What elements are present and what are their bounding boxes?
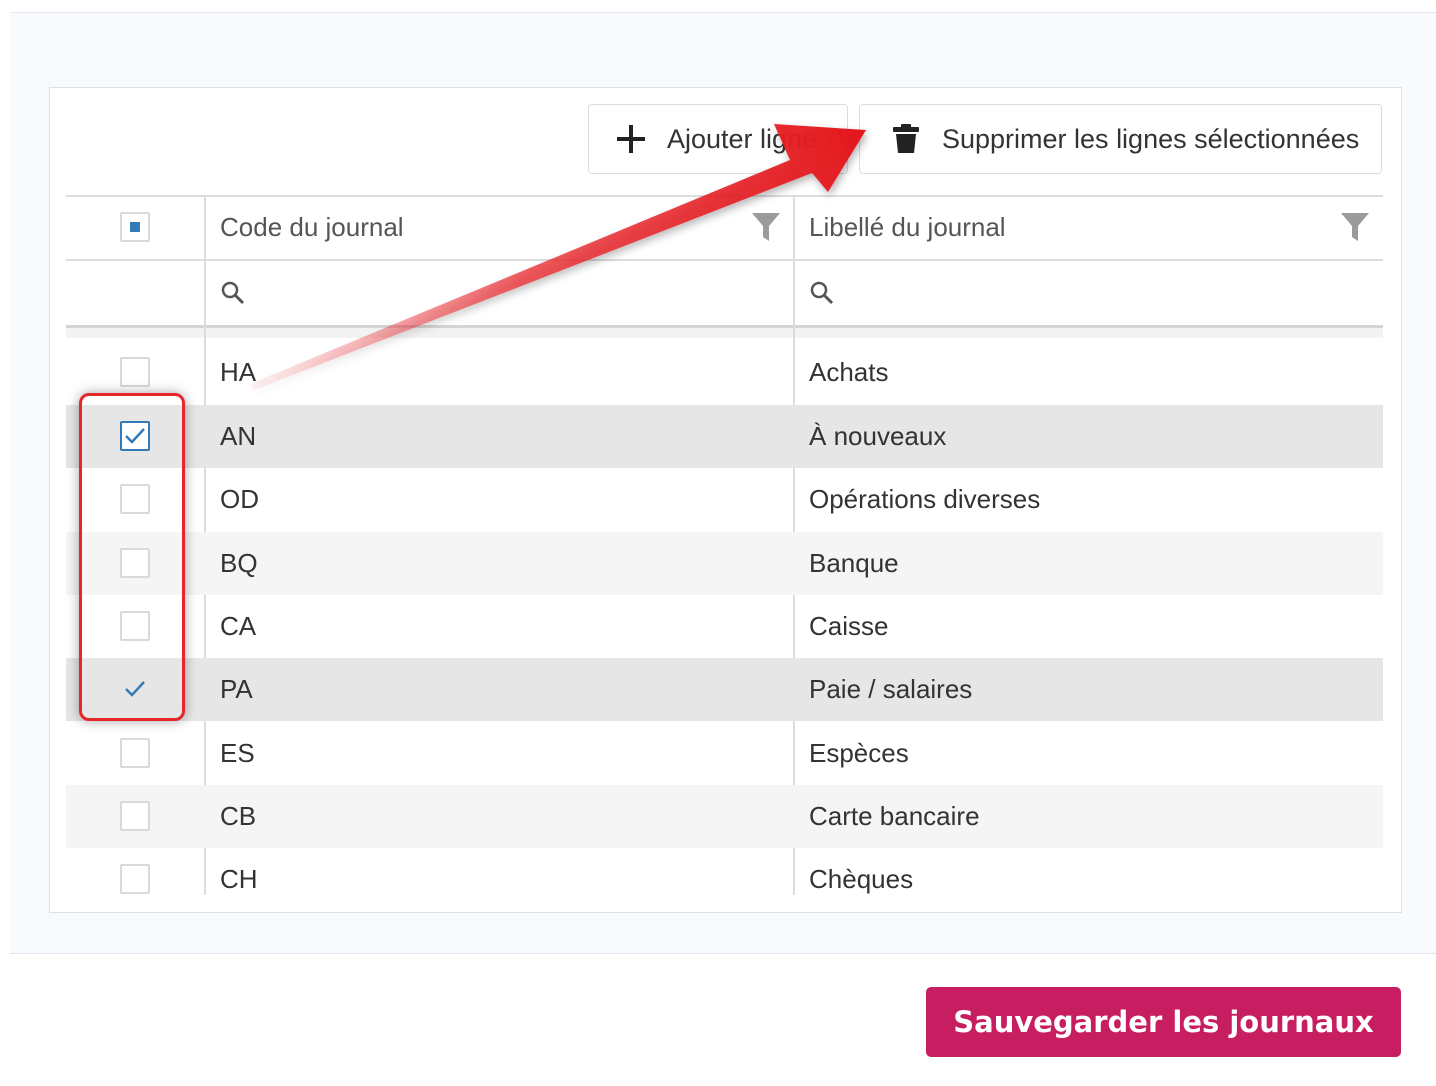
row-checkbox[interactable] (120, 864, 150, 894)
scroll-shadow (66, 328, 1383, 338)
row-checkbox[interactable] (120, 674, 150, 704)
select-all-checkbox[interactable] (120, 212, 150, 242)
code-filter-input[interactable] (220, 261, 780, 325)
row-checkbox[interactable] (120, 801, 150, 831)
save-journals-button[interactable]: Sauvegarder les journaux (926, 987, 1401, 1057)
header-code[interactable]: Code du journal (220, 195, 404, 259)
trash-icon (890, 123, 922, 155)
row-checkbox[interactable] (120, 484, 150, 514)
table-row[interactable]: OD Opérations diverses (66, 468, 1383, 531)
table-row[interactable]: AN À nouveaux (66, 405, 1383, 468)
row-code: CA (220, 611, 257, 641)
check-icon (125, 681, 145, 697)
row-label: Paie / salaires (809, 674, 973, 704)
delete-selected-rows-button[interactable]: Supprimer les lignes sélectionnées (859, 104, 1382, 174)
table-row[interactable]: CB Carte bancaire (66, 785, 1383, 848)
row-checkbox[interactable] (120, 611, 150, 641)
table-row[interactable]: CH Chèques (66, 848, 1383, 895)
row-label: Achats (809, 357, 889, 387)
add-row-label: Ajouter ligne (667, 123, 818, 154)
search-icon (810, 281, 834, 305)
row-code: AN (220, 421, 257, 451)
row-code: BQ (220, 548, 258, 578)
row-checkbox[interactable] (120, 548, 150, 578)
table-row[interactable]: ES Espèces (66, 722, 1383, 785)
row-label: À nouveaux (809, 421, 947, 451)
row-label: Espèces (809, 738, 909, 768)
row-label: Banque (809, 548, 899, 578)
row-code: PA (220, 674, 253, 704)
table-row[interactable]: CA Caisse (66, 595, 1383, 658)
row-code: ES (220, 738, 255, 768)
table-row[interactable]: PA Paie / salaires (66, 658, 1383, 721)
table-row[interactable]: HA Achats (66, 341, 1383, 404)
add-row-button[interactable]: Ajouter ligne (588, 104, 848, 174)
row-code: HA (220, 357, 257, 387)
label-filter-input[interactable] (809, 261, 1369, 325)
plus-icon (615, 123, 647, 155)
row-label: Opérations diverses (809, 484, 1041, 514)
header-label[interactable]: Libellé du journal (809, 195, 1006, 259)
delete-selected-label: Supprimer les lignes sélectionnées (942, 123, 1360, 154)
row-label: Carte bancaire (809, 801, 980, 831)
filter-icon[interactable] (1341, 213, 1369, 241)
indeterminate-mark (130, 222, 140, 232)
filter-icon[interactable] (752, 213, 780, 241)
row-code: OD (220, 484, 259, 514)
row-checkbox[interactable] (120, 421, 150, 451)
row-checkbox[interactable] (120, 738, 150, 768)
row-label: Caisse (809, 611, 889, 641)
row-label: Chèques (809, 864, 914, 894)
table-row[interactable]: BQ Banque (66, 532, 1383, 595)
row-code: CB (220, 801, 257, 831)
journal-grid: Code du journal Libellé du journal HA Ac… (66, 195, 1383, 895)
row-checkbox[interactable] (120, 357, 150, 387)
search-icon (221, 281, 245, 305)
row-code: CH (220, 864, 258, 894)
check-icon (125, 428, 145, 444)
